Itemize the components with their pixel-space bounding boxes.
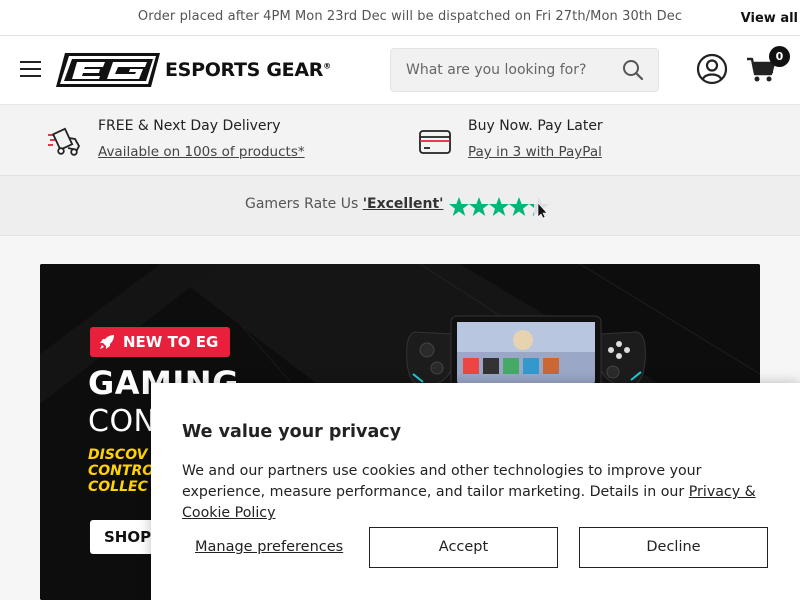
rating-text: Gamers Rate Us 'Excellent' (245, 196, 443, 212)
cookie-consent-dialog: We value your privacy We and our partner… (151, 383, 800, 600)
cookie-body-text: We and our partners use cookies and othe… (182, 463, 702, 500)
search-input[interactable] (391, 49, 616, 91)
usp-paylater: Buy Now. Pay Later Pay in 3 with PayPal (418, 105, 718, 176)
view-all-link[interactable]: View all (741, 11, 798, 26)
delivery-truck-icon (48, 127, 81, 156)
usp-delivery-title: FREE & Next Day Delivery (98, 118, 281, 134)
badge-label: NEW TO EG (123, 333, 219, 351)
star-icon (509, 197, 529, 216)
usp-paylater-title: Buy Now. Pay Later (468, 118, 603, 134)
eg-logo-mark (56, 53, 160, 87)
menu-icon[interactable] (20, 61, 41, 79)
star-rating[interactable] (449, 193, 551, 219)
credit-card-icon (419, 130, 451, 154)
search-box (390, 48, 659, 92)
site-header: ESPORTS GEAR® 0 (0, 36, 800, 105)
usp-delivery-link[interactable]: Available on 100s of products* (98, 144, 305, 160)
announcement-bar: Order placed after 4PM Mon 23rd Dec will… (0, 0, 800, 36)
usp-bar: FREE & Next Day Delivery Available on 10… (0, 105, 800, 176)
star-icon (469, 197, 489, 216)
hero-subtitle: DISCOV CONTRO COLLEC (88, 447, 155, 495)
hero-title-line2: CON (88, 404, 157, 439)
rocket-icon (100, 335, 114, 349)
usp-paylater-link[interactable]: Pay in 3 with PayPal (468, 144, 602, 160)
search-icon[interactable] (622, 59, 644, 81)
cart-count-badge: 0 (769, 46, 790, 67)
usp-delivery: FREE & Next Day Delivery Available on 10… (48, 105, 348, 176)
site-logo[interactable]: ESPORTS GEAR® (55, 51, 357, 89)
manage-preferences-link[interactable]: Manage preferences (195, 539, 343, 555)
accept-button[interactable]: Accept (369, 527, 558, 568)
rating-excellent-link[interactable]: 'Excellent' (363, 196, 444, 212)
rating-bar: Gamers Rate Us 'Excellent' (0, 176, 800, 236)
star-icon (449, 197, 469, 216)
cookie-body: We and our partners use cookies and othe… (182, 461, 782, 524)
rating-prefix: Gamers Rate Us (245, 196, 363, 212)
account-icon[interactable] (696, 53, 728, 85)
star-icon (489, 197, 509, 216)
gaming-controller-image (406, 315, 646, 391)
decline-button[interactable]: Decline (579, 527, 768, 568)
new-to-eg-badge: NEW TO EG (90, 327, 230, 357)
cookie-title: We value your privacy (182, 422, 402, 442)
logo-text: ESPORTS GEAR® (165, 59, 331, 81)
announcement-text: Order placed after 4PM Mon 23rd Dec will… (137, 9, 683, 24)
